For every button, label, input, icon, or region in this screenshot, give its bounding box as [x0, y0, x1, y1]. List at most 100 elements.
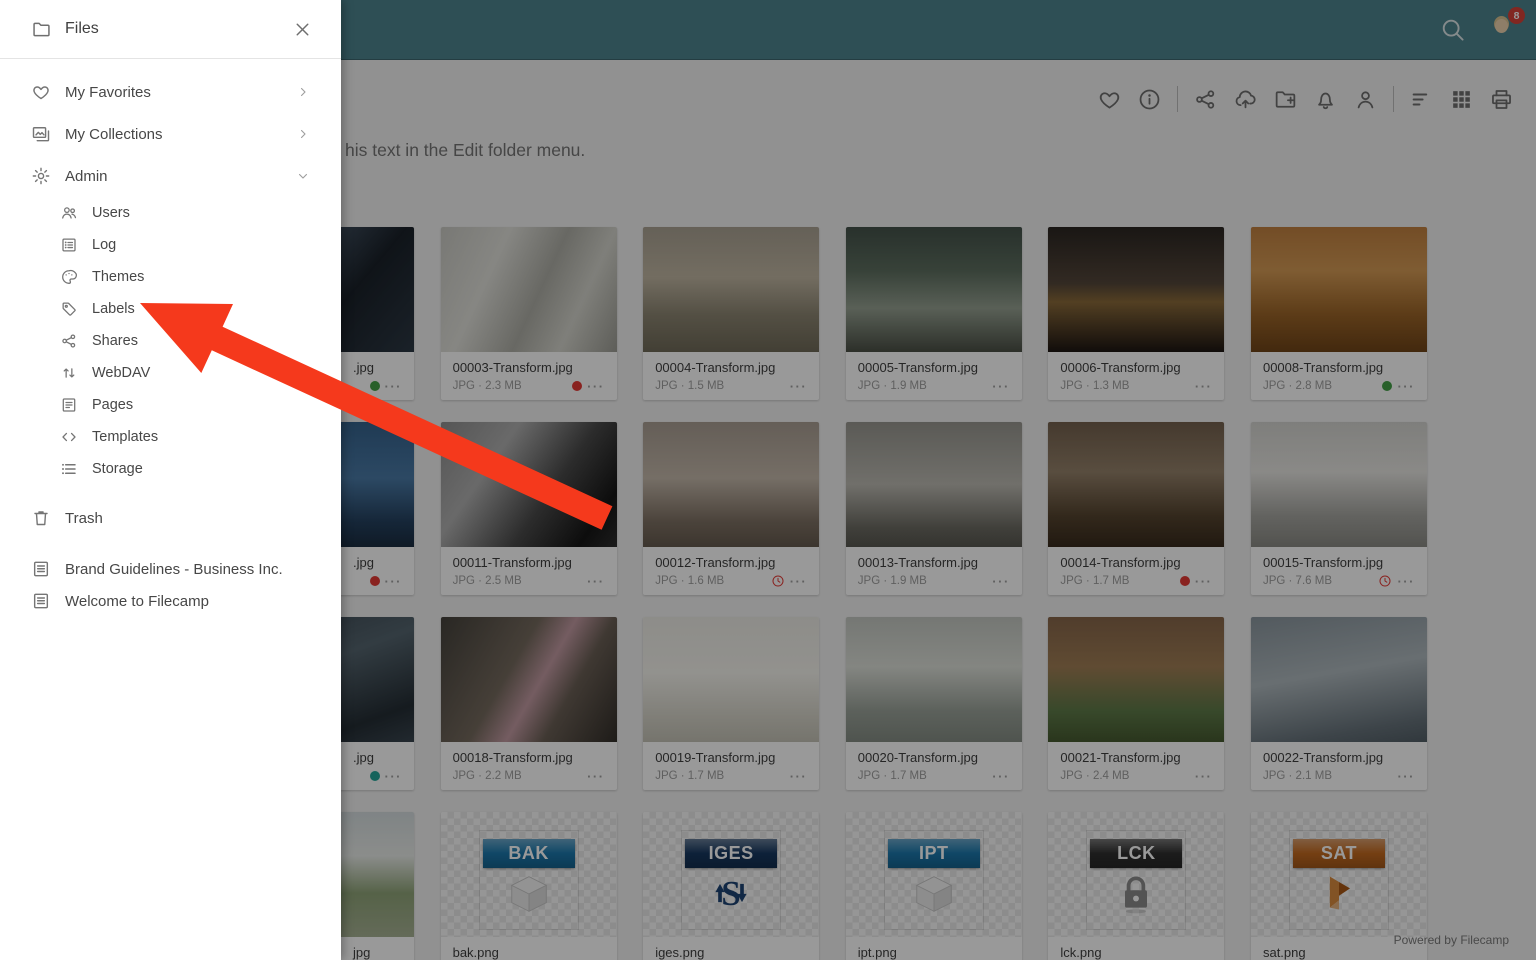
sidebar-item-storage[interactable]: Storage [0, 453, 341, 485]
toolbar-divider [1177, 86, 1178, 112]
file-meta: JPG · 2.3 MB [453, 380, 522, 392]
file-card[interactable]: 00013-Transform.jpgJPG · 1.9 MB··· [846, 422, 1022, 595]
file-name: lck.png [1060, 945, 1212, 960]
new-folder-button[interactable] [1273, 87, 1298, 112]
filetype-cube-icon [911, 871, 957, 922]
file-card[interactable]: 00005-Transform.jpgJPG · 1.9 MB··· [846, 227, 1022, 400]
sidebar-item-themes[interactable]: Themes [0, 261, 341, 293]
user-avatar[interactable]: 8 [1486, 14, 1517, 45]
file-meta: JPG · 1.6 MB [655, 575, 724, 587]
sidebar-item-label: Templates [92, 429, 311, 445]
file-card[interactable]: 00011-Transform.jpgJPG · 2.5 MB··· [441, 422, 617, 595]
file-menu-icon[interactable]: ··· [1195, 380, 1213, 393]
file-menu-icon[interactable]: ··· [790, 770, 808, 783]
file-name: 00005-Transform.jpg [858, 360, 1010, 375]
file-thumbnail [1251, 617, 1427, 742]
filetype-banner: SAT [1293, 839, 1385, 868]
file-menu-icon[interactable]: ··· [1195, 575, 1213, 588]
account-button[interactable] [1353, 87, 1378, 112]
sidebar-item-webdav[interactable]: WebDAV [0, 357, 341, 389]
heart-icon [31, 82, 51, 102]
file-card[interactable]: 00014-Transform.jpgJPG · 1.7 MB··· [1048, 422, 1224, 595]
file-menu-icon[interactable]: ··· [587, 380, 605, 393]
pages-icon [60, 396, 78, 414]
file-card[interactable]: 00003-Transform.jpgJPG · 2.3 MB··· [441, 227, 617, 400]
upload-button[interactable] [1233, 87, 1258, 112]
file-card[interactable]: 00008-Transform.jpgJPG · 2.8 MB··· [1251, 227, 1427, 400]
doc-icon [31, 591, 51, 611]
sidebar-item-templates[interactable]: Templates [0, 421, 341, 453]
powered-by-filecamp[interactable]: Powered by Filecamp [1394, 933, 1509, 947]
file-thumbnail [1251, 227, 1427, 352]
sort-button[interactable] [1409, 87, 1434, 112]
file-menu-icon[interactable]: ··· [587, 770, 605, 783]
file-card[interactable]: 00004-Transform.jpgJPG · 1.5 MB··· [643, 227, 819, 400]
sidebar-item-labels[interactable]: Labels [0, 293, 341, 325]
file-card[interactable]: 00020-Transform.jpgJPG · 1.7 MB··· [846, 617, 1022, 790]
file-card[interactable]: 00015-Transform.jpgJPG · 7.6 MB··· [1251, 422, 1427, 595]
sidebar-item-label: Trash [65, 510, 311, 527]
favorites-button[interactable] [1097, 87, 1122, 112]
sidebar-item-trash[interactable]: Trash [0, 497, 341, 539]
notifications-button[interactable] [1313, 87, 1338, 112]
file-name: 00022-Transform.jpg [1263, 750, 1415, 765]
file-menu-icon[interactable]: ··· [385, 575, 403, 588]
gear-icon [31, 166, 51, 186]
sidebar-item-brand-guidelines-business-inc[interactable]: Brand Guidelines - Business Inc. [0, 553, 341, 585]
file-menu-icon[interactable]: ··· [992, 575, 1010, 588]
file-menu-icon[interactable]: ··· [790, 575, 808, 588]
print-button[interactable] [1489, 87, 1514, 112]
file-thumbnail: IGESS [643, 812, 819, 937]
notification-badge: 8 [1508, 7, 1525, 24]
file-card[interactable]: IPTipt.png··· [846, 812, 1022, 960]
file-name: bak.png [453, 945, 605, 960]
share-button[interactable] [1193, 87, 1218, 112]
file-menu-icon[interactable]: ··· [385, 770, 403, 783]
file-menu-icon[interactable]: ··· [790, 380, 808, 393]
filetype-sheet: IGESS [681, 830, 781, 930]
file-menu-icon[interactable]: ··· [992, 380, 1010, 393]
file-card[interactable]: 00012-Transform.jpgJPG · 1.6 MB··· [643, 422, 819, 595]
file-meta: JPG · 7.6 MB [1263, 575, 1332, 587]
sidebar-item-welcome-to-filecamp[interactable]: Welcome to Filecamp [0, 585, 341, 617]
shares-icon [60, 332, 78, 350]
file-card[interactable]: BAKbak.png··· [441, 812, 617, 960]
file-thumbnail [441, 227, 617, 352]
file-card[interactable]: 00021-Transform.jpgJPG · 2.4 MB··· [1048, 617, 1224, 790]
file-menu-icon[interactable]: ··· [1397, 575, 1415, 588]
sidebar-item-users[interactable]: Users [0, 197, 341, 229]
file-menu-icon[interactable]: ··· [1397, 380, 1415, 393]
sidebar-item-admin[interactable]: Admin [0, 155, 341, 197]
grid-view-button[interactable] [1449, 87, 1474, 112]
filetype-sheet: SAT [1289, 830, 1389, 930]
file-card[interactable]: 00006-Transform.jpgJPG · 1.3 MB··· [1048, 227, 1224, 400]
sidebar-item-pages[interactable]: Pages [0, 389, 341, 421]
filetype-banner: IGES [685, 839, 777, 868]
file-card[interactable]: 00022-Transform.jpgJPG · 2.1 MB··· [1251, 617, 1427, 790]
info-icon [1137, 87, 1162, 112]
filetype-sheet: BAK [479, 830, 579, 930]
log-icon [60, 236, 78, 254]
heart-icon [1097, 87, 1122, 112]
file-meta: JPG · 1.7 MB [858, 770, 927, 782]
search-button[interactable] [1439, 16, 1466, 43]
folder-plus-icon [1273, 87, 1298, 112]
templates-icon [60, 428, 78, 446]
file-menu-icon[interactable]: ··· [587, 575, 605, 588]
sidebar-item-shares[interactable]: Shares [0, 325, 341, 357]
file-card[interactable]: LCKlck.png··· [1048, 812, 1224, 960]
file-menu-icon[interactable]: ··· [1397, 770, 1415, 783]
info-button[interactable] [1137, 87, 1162, 112]
file-menu-icon[interactable]: ··· [1195, 770, 1213, 783]
sidebar-item-label: WebDAV [92, 365, 311, 381]
sidebar-item-label: Log [92, 237, 311, 253]
file-card[interactable]: 00019-Transform.jpgJPG · 1.7 MB··· [643, 617, 819, 790]
sidebar-item-my-collections[interactable]: My Collections [0, 113, 341, 155]
file-card[interactable]: 00018-Transform.jpgJPG · 2.2 MB··· [441, 617, 617, 790]
file-card[interactable]: IGESSiges.png··· [643, 812, 819, 960]
file-menu-icon[interactable]: ··· [992, 770, 1010, 783]
close-icon[interactable] [292, 19, 313, 40]
sidebar-item-my-favorites[interactable]: My Favorites [0, 71, 341, 113]
sidebar-item-log[interactable]: Log [0, 229, 341, 261]
file-menu-icon[interactable]: ··· [385, 380, 403, 393]
